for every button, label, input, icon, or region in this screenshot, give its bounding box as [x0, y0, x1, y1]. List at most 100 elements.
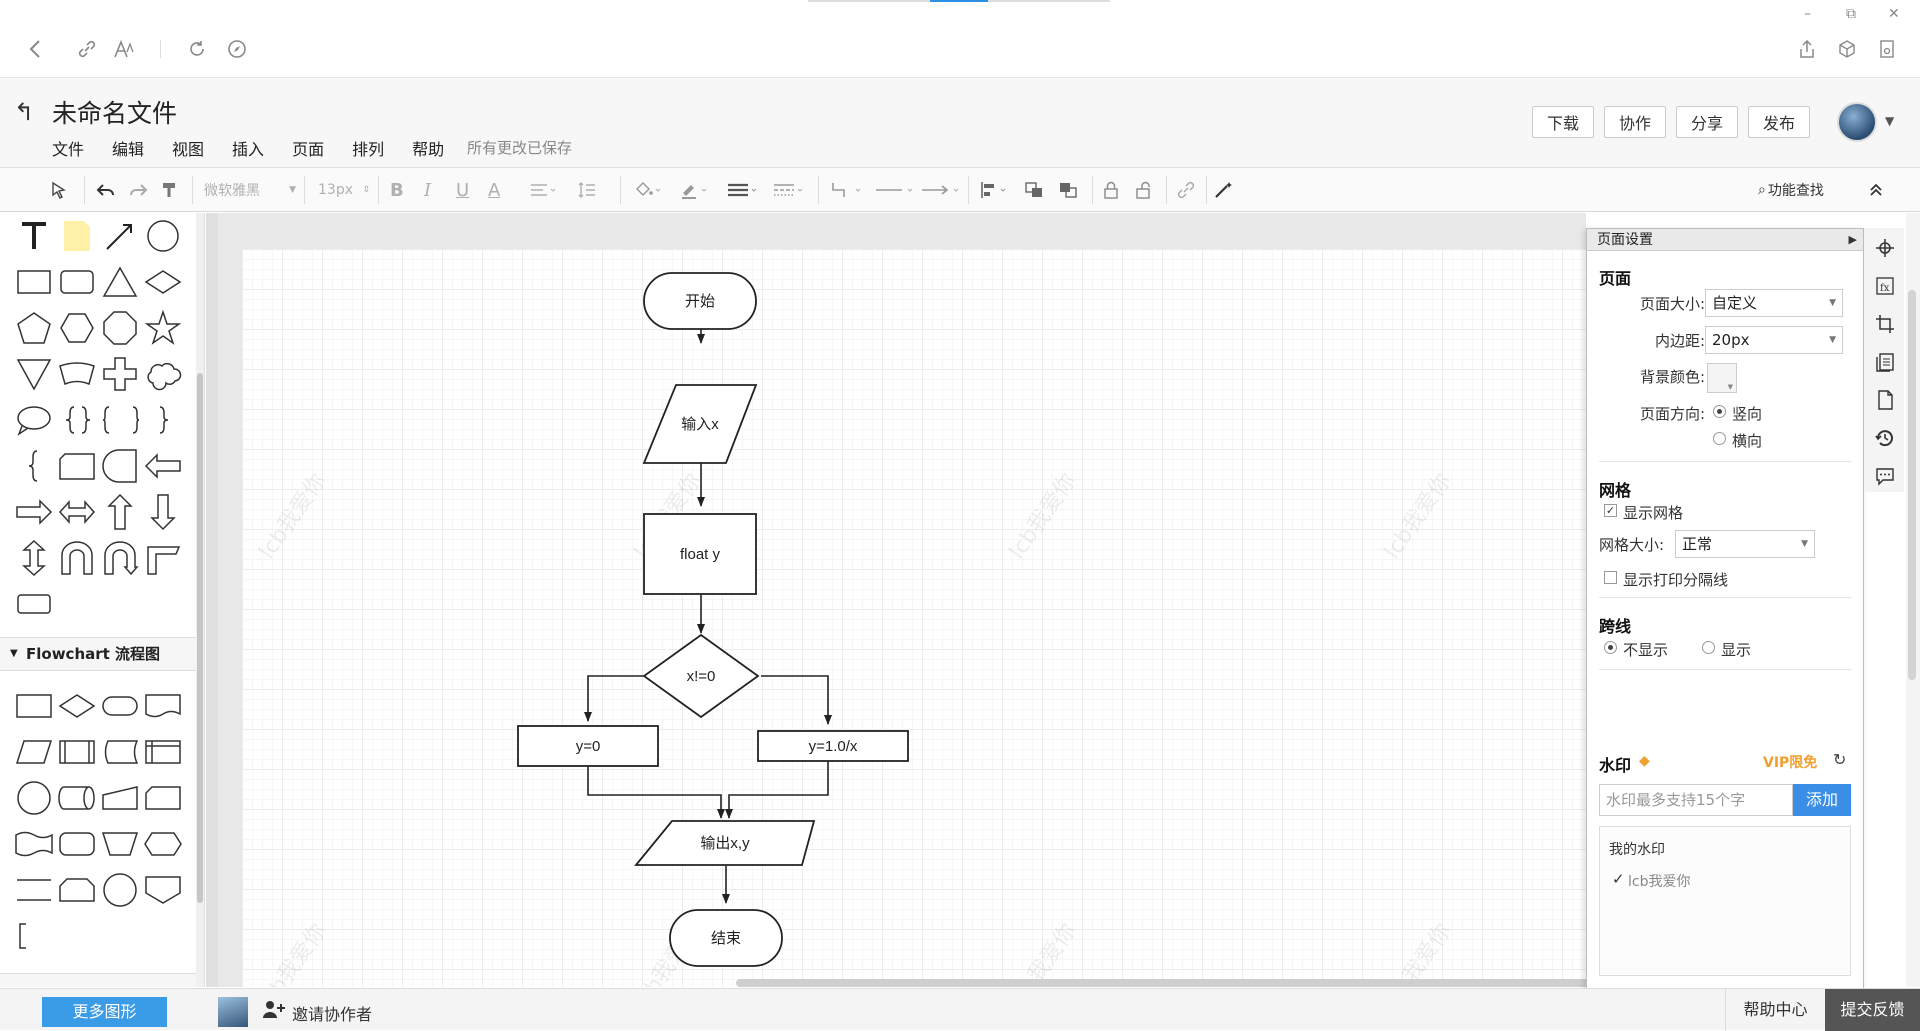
orientation-landscape-radio[interactable]	[1713, 432, 1726, 445]
shape-card[interactable]	[55, 443, 98, 489]
crop-icon[interactable]	[1874, 314, 1896, 336]
flow-parallel[interactable]	[12, 867, 55, 913]
connector-type-icon[interactable]	[830, 176, 862, 204]
align-left-icon[interactable]	[980, 176, 1008, 204]
redo-icon[interactable]	[128, 176, 148, 204]
shape-star[interactable]	[141, 305, 184, 351]
flow-alternate-process[interactable]	[55, 821, 98, 867]
node-decision-label[interactable]: x!=0	[687, 668, 716, 685]
cube-icon[interactable]	[1834, 36, 1860, 62]
menu-help[interactable]: 帮助	[412, 136, 444, 160]
flow-terminator[interactable]	[98, 683, 141, 729]
flow-connector[interactable]	[12, 775, 55, 821]
help-center-button[interactable]: 帮助中心	[1725, 989, 1825, 1031]
shape-text[interactable]	[12, 213, 55, 259]
window-minimize-button[interactable]: –	[1804, 6, 1811, 22]
fill-color-icon[interactable]	[634, 176, 662, 204]
back-arrow-icon[interactable]: ↰	[14, 98, 34, 126]
avatar[interactable]	[1837, 102, 1877, 142]
line-width-icon[interactable]	[726, 176, 758, 204]
flow-circle[interactable]	[98, 867, 141, 913]
send-back-icon[interactable]	[1058, 176, 1078, 204]
shape-diamond[interactable]	[141, 259, 184, 305]
collaborate-button[interactable]: 协作	[1604, 106, 1666, 138]
more-shapes-button[interactable]: 更多图形	[42, 997, 167, 1027]
shape-flag[interactable]	[55, 351, 98, 397]
shape-triangle[interactable]	[98, 259, 141, 305]
compass-icon[interactable]	[224, 36, 250, 62]
chevron-left-icon[interactable]	[22, 36, 48, 62]
flow-predefined[interactable]	[55, 729, 98, 775]
shape-octagon[interactable]	[98, 305, 141, 351]
download-button[interactable]: 下载	[1532, 106, 1594, 138]
flow-document[interactable]	[141, 683, 184, 729]
format-painter-icon[interactable]	[160, 176, 178, 204]
shape-arrow-right[interactable]	[12, 489, 55, 535]
collapse-toolbar-icon[interactable]	[1868, 176, 1884, 204]
bring-front-icon[interactable]	[1024, 176, 1044, 204]
shape-brace-right[interactable]	[141, 397, 184, 443]
menu-file[interactable]: 文件	[52, 136, 84, 160]
shape-arrow-double[interactable]	[55, 489, 98, 535]
canvas-vertical-scroll-thumb[interactable]	[1908, 290, 1916, 680]
shape-bracket-pair[interactable]	[98, 397, 141, 443]
node-no-label[interactable]: y=1.0/x	[809, 738, 858, 755]
shape-pentagon[interactable]	[12, 305, 55, 351]
shape-arrow-left[interactable]	[141, 443, 184, 489]
crosshair-icon[interactable]	[1874, 238, 1896, 260]
shape-rounded-rectangle[interactable]	[55, 259, 98, 305]
menu-insert[interactable]: 插入	[232, 136, 264, 160]
page-settings-icon[interactable]	[1874, 390, 1896, 412]
flow-decision[interactable]	[55, 683, 98, 729]
formula-icon[interactable]: fx	[1874, 276, 1896, 298]
menu-view[interactable]: 视图	[172, 136, 204, 160]
line-start-icon[interactable]	[874, 176, 914, 204]
orientation-portrait-radio[interactable]	[1713, 405, 1726, 418]
pages-icon[interactable]	[1874, 352, 1896, 374]
select-tool-icon[interactable]	[50, 176, 68, 204]
add-watermark-button[interactable]: 添加	[1793, 784, 1851, 816]
history-icon[interactable]	[1874, 428, 1896, 450]
node-yes-label[interactable]: y=0	[576, 738, 601, 755]
italic-button[interactable]: I	[424, 176, 431, 204]
add-user-icon[interactable]	[262, 999, 286, 1024]
menu-page[interactable]: 页面	[292, 136, 324, 160]
font-family-select[interactable]: 微软雅黑 ▼	[204, 176, 296, 204]
next-section-header[interactable]	[0, 973, 196, 987]
print-lines-checkbox[interactable]	[1604, 571, 1617, 584]
flow-process[interactable]	[12, 683, 55, 729]
shape-hexagon[interactable]	[55, 305, 98, 351]
share-button[interactable]: 分享	[1676, 106, 1738, 138]
document-title[interactable]: 未命名文件	[52, 94, 177, 130]
flow-offpage[interactable]	[141, 867, 184, 913]
node-start-label[interactable]: 开始	[685, 293, 715, 310]
bg-color-picker[interactable]: ▼	[1707, 363, 1737, 393]
shape-cloud[interactable]	[141, 351, 184, 397]
feature-search[interactable]: ⌕ 功能查找	[1758, 176, 1824, 204]
window-restore-button[interactable]: ⧉	[1846, 6, 1856, 22]
jump-show-label[interactable]: 显示	[1721, 639, 1751, 660]
shape-arrow-up[interactable]	[98, 489, 141, 535]
link-icon[interactable]	[1176, 176, 1196, 204]
line-style-icon[interactable]	[772, 176, 804, 204]
grid-size-select[interactable]: 正常 ▼	[1675, 530, 1815, 558]
flow-direct-data[interactable]	[55, 775, 98, 821]
collapse-panel-icon[interactable]: ▶	[1849, 229, 1857, 251]
invite-collaborator-link[interactable]: 邀请协作者	[292, 1001, 372, 1025]
show-grid-label[interactable]: 显示网格	[1623, 502, 1683, 523]
shape-arrow-vertical-double[interactable]	[12, 535, 55, 581]
watermark-input[interactable]: 水印最多支持15个字	[1599, 784, 1793, 816]
flow-stored-data[interactable]	[98, 729, 141, 775]
page-size-select[interactable]: 自定义 ▼	[1705, 289, 1843, 317]
shape-delay[interactable]	[98, 443, 141, 489]
lock-icon[interactable]	[1102, 176, 1120, 204]
text-size-icon[interactable]	[112, 36, 138, 62]
undo-icon[interactable]	[96, 176, 116, 204]
window-close-button[interactable]: ✕	[1888, 6, 1900, 22]
shape-brace-single[interactable]	[12, 443, 55, 489]
extension-icon[interactable]	[1874, 36, 1900, 62]
jump-hide-label[interactable]: 不显示	[1623, 639, 1668, 660]
shape-circle[interactable]	[141, 213, 184, 259]
orientation-portrait-label[interactable]: 竖向	[1732, 403, 1762, 424]
share-export-icon[interactable]	[1794, 36, 1820, 62]
